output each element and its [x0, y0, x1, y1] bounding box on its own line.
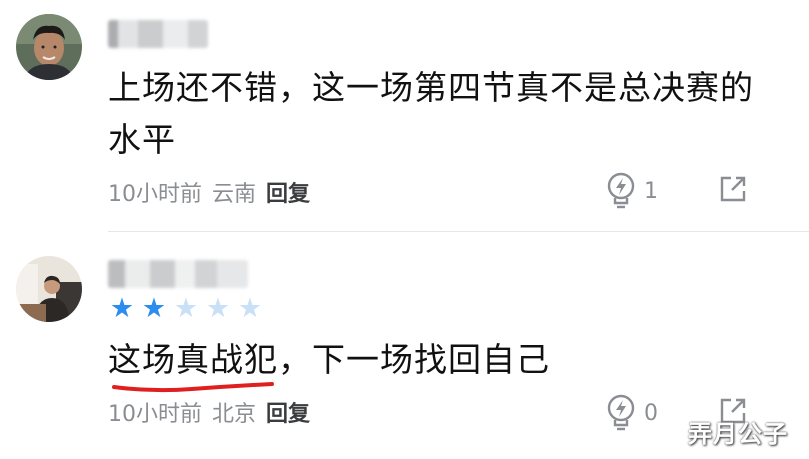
comment-text: 上场还不错，这一场第四节真不是总决赛的 水平 [108, 62, 754, 166]
star-icon: ★ [237, 293, 263, 324]
comment-location: 北京 [212, 402, 257, 427]
lightning-bulb-icon [607, 394, 635, 431]
star-icon: ★ [109, 293, 135, 324]
like-button[interactable]: 0 [606, 394, 658, 432]
comment-text-line: 上场还不错，这一场第四节真不是总决赛的 [108, 68, 754, 107]
like-button[interactable]: 1 [606, 172, 658, 210]
username-blurred[interactable] [108, 20, 208, 48]
red-underline-annotation [112, 382, 274, 393]
star-icon: ★ [141, 293, 167, 324]
share-button[interactable] [718, 174, 748, 204]
comment-list: 上场还不错，这一场第四节真不是总决赛的 水平 10小时前 云南 回复 1 ★ ★… [0, 0, 809, 459]
like-count: 1 [644, 178, 658, 204]
avatar-photo-icon [16, 14, 82, 80]
star-icon: ★ [205, 293, 231, 324]
user-avatar[interactable] [16, 256, 82, 322]
comment-meta: 10小时前 北京 回复 [108, 396, 310, 428]
user-avatar[interactable] [16, 14, 82, 80]
star-rating: ★ ★ ★ ★ ★ [108, 293, 264, 324]
comment-time: 10小时前 [108, 182, 202, 207]
comment-meta: 10小时前 云南 回复 [108, 176, 310, 208]
reply-button[interactable]: 回复 [266, 182, 310, 207]
lightning-bulb-icon [607, 172, 635, 209]
avatar-photo-icon [16, 256, 82, 322]
comment-text-line: 水平 [108, 120, 176, 159]
comment-location: 云南 [212, 182, 257, 207]
reply-button[interactable]: 回复 [266, 402, 310, 427]
comment-time: 10小时前 [108, 402, 202, 427]
comment-item: 上场还不错，这一场第四节真不是总决赛的 水平 10小时前 云南 回复 1 [0, 0, 809, 232]
like-count: 0 [644, 400, 658, 426]
watermark-text: 弄月公子 [688, 420, 788, 448]
share-arrow-icon [720, 176, 746, 202]
star-icon: ★ [173, 293, 199, 324]
username-blurred[interactable] [108, 260, 248, 288]
